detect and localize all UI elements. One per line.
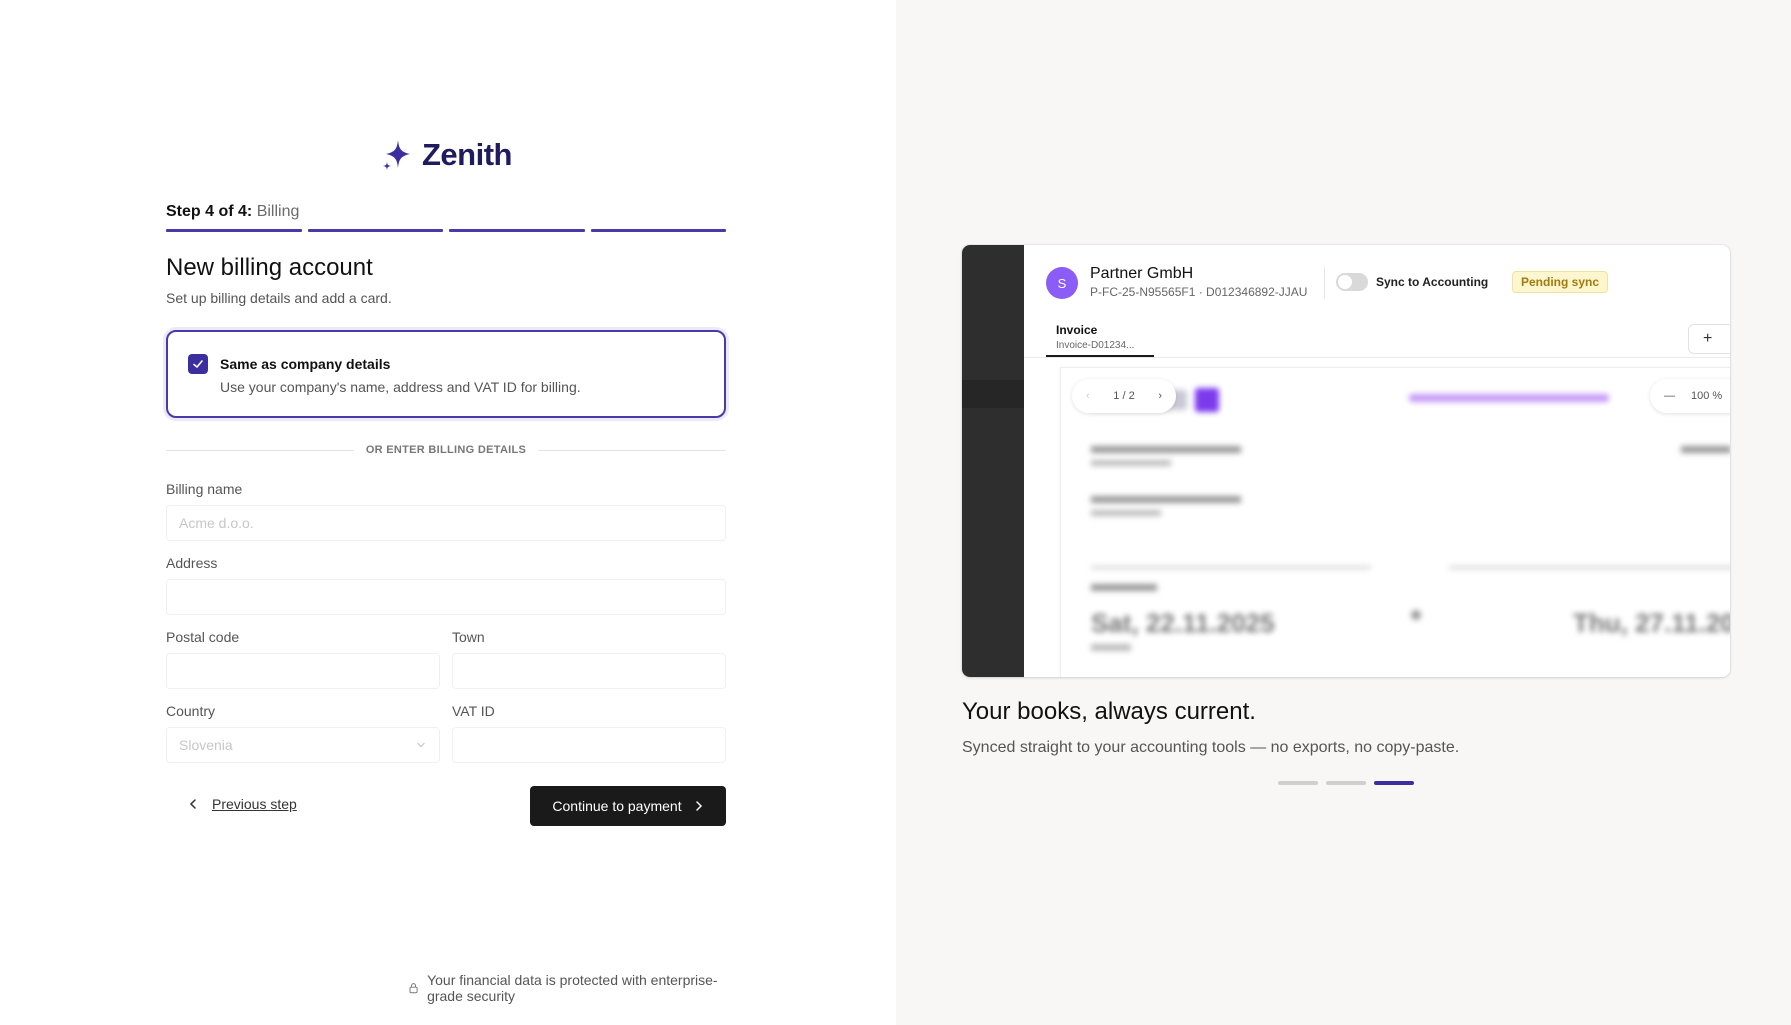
zoom-out-icon: — [1664,390,1675,402]
promo-panel: S Partner GmbH P-FC-25-N95565F1 · D01234… [896,0,1791,1025]
invoice-tab-subtitle: Invoice-D01234... [1056,340,1135,351]
vat-id-input[interactable] [452,727,726,763]
partner-id: P-FC-25-N95565F1 · D012346892-JJAU [1090,285,1308,299]
carousel-indicators [1278,781,1414,785]
promo-description: Synced straight to your accounting tools… [962,739,1460,756]
pdf-zoom-control: — 100 % [1650,379,1730,413]
step-count: Step 4 of 4: [166,203,253,220]
partner-name: Partner GmbH [1090,265,1194,282]
blurred-line [1091,496,1241,503]
zenith-logo: Zenith [382,135,513,175]
partner-avatar: S [1046,267,1078,299]
invoice-document-preview: Sat, 22.11.2025 Thu, 27.11.2025 [1060,367,1730,677]
preview-divider [1024,357,1730,358]
billing-name-input[interactable]: Acme d.o.o. [166,505,726,541]
blurred-link [1409,394,1609,402]
zoom-level: 100 % [1691,390,1723,402]
same-as-company-description: Use your company's name, address and VAT… [220,379,581,395]
same-as-company-label: Same as company details [220,356,391,372]
product-preview: S Partner GmbH P-FC-25-N95565F1 · D01234… [962,245,1730,677]
same-as-company-checkbox[interactable] [188,354,208,374]
page-title: New billing account [166,254,373,281]
previous-step-label: Previous step [212,796,297,812]
chevron-left-icon: ‹ [1086,390,1090,402]
lock-icon [409,983,418,994]
doc-valid-from: Sat, 22.11.2025 [1091,608,1275,638]
invoice-tab-title: Invoice [1056,323,1098,337]
country-selected-value: Slovenia [179,737,233,753]
pending-sync-badge: Pending sync [1512,271,1609,293]
carousel-dot[interactable] [1278,781,1318,785]
postal-code-input[interactable] [166,653,440,689]
sync-label: Sync to Accounting [1376,275,1489,289]
blurred-line [1091,460,1171,466]
page-indicator: 1 / 2 [1113,390,1135,402]
blurred-line [1091,584,1157,591]
sparkle-icon [383,140,410,170]
preview-sidebar-band [962,380,1024,408]
preview-sidebar [962,245,1024,677]
address-input[interactable] [166,579,726,615]
blurred-dot [1411,610,1421,620]
chevron-down-icon [417,742,425,748]
town-input[interactable] [452,653,726,689]
logo-wordmark: Zenith [422,137,513,172]
security-note-text: Your financial data is protected with en… [427,972,718,1004]
header-separator [1324,267,1325,299]
carousel-dot-active[interactable] [1374,781,1414,785]
address-label: Address [166,555,218,571]
divider-line [538,449,727,451]
blurred-line [1681,446,1730,453]
promo-title: Your books, always current. [962,698,1256,725]
invoice-tab: Invoice Invoice-D01234... [1046,323,1154,357]
country-label: Country [166,703,216,719]
progress-segment [307,229,443,232]
doc-valid-to: Thu, 27.11.2025 [1573,608,1730,638]
blurred-line [1091,644,1131,651]
continue-label: Continue to payment [552,798,682,814]
progress-segment [449,229,585,232]
vat-id-label: VAT ID [452,703,495,719]
blurred-line [1091,446,1241,453]
onboarding-form-panel: Zenith Step 4 of 4: Billing New billing … [0,0,896,1025]
add-icon: + [1688,324,1730,354]
town-label: Town [452,629,485,645]
or-divider: OR ENTER BILLING DETAILS [166,444,727,456]
blurred-rule [1091,566,1371,569]
progress-segment [590,229,726,232]
pdf-pager: ‹ 1 / 2 › [1072,379,1176,413]
blurred-rule [1449,566,1730,569]
step-indicator: Step 4 of 4: Billing [166,203,299,221]
continue-to-payment-button[interactable]: Continue to payment [530,786,726,826]
sync-toggle [1336,273,1368,291]
divider-text: OR ENTER BILLING DETAILS [365,444,527,456]
security-note: Your financial data is protected with en… [408,972,726,1004]
blurred-line [1091,510,1161,516]
step-progress-bar [166,229,726,232]
carousel-dot[interactable] [1326,781,1366,785]
same-as-company-option[interactable]: Same as company details Use your company… [166,330,726,418]
chevron-right-icon [695,801,702,811]
chevron-left-icon [189,799,196,809]
progress-segment [166,229,302,232]
checkmark-icon [193,360,203,368]
divider-line [166,449,354,451]
billing-name-label: Billing name [166,481,243,497]
country-select[interactable]: Slovenia [166,727,440,763]
previous-step-link[interactable]: Previous step [188,796,297,812]
page-subtitle: Set up billing details and add a card. [166,290,392,306]
chevron-right-icon: › [1158,390,1162,402]
postal-code-label: Postal code [166,629,240,645]
step-name: Billing [256,203,300,220]
